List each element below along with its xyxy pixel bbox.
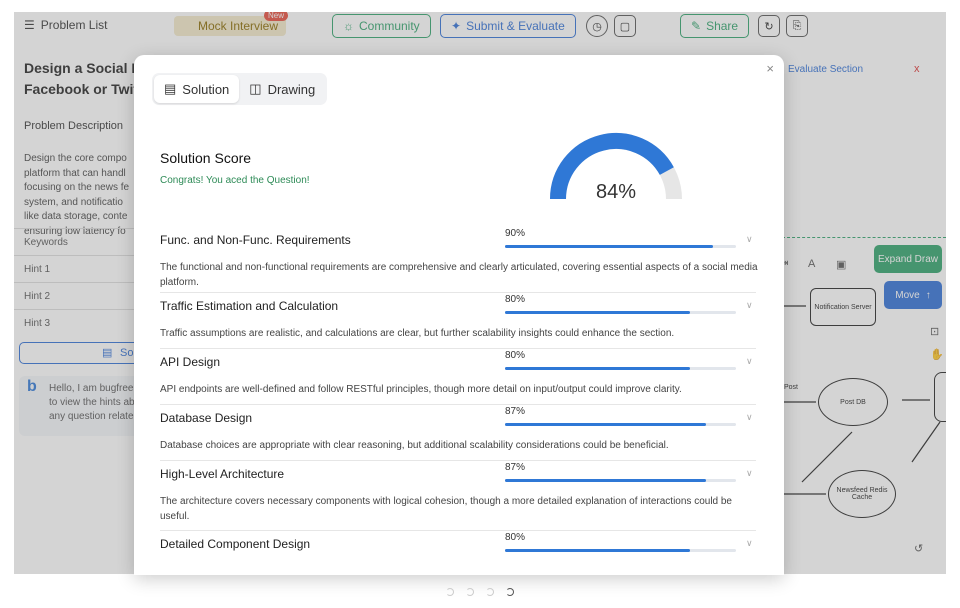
criterion-name: API Design	[160, 355, 221, 369]
criterion-progress-bar	[505, 479, 736, 482]
criterion-description: Database choices are appropriate with cl…	[160, 440, 669, 451]
criterion-name: High-Level Architecture	[160, 467, 285, 481]
criterion-progress-fill	[505, 549, 690, 552]
score-title: Solution Score	[160, 150, 252, 166]
score-value: 84%	[596, 181, 636, 203]
criterion-progress-fill	[505, 367, 690, 370]
criterion-percent: 87%	[505, 462, 526, 473]
criterion-percent: 80%	[505, 532, 526, 543]
modal-tabs: ▤ Solution ◫ Drawing	[152, 73, 328, 105]
tab-solution-label: Solution	[182, 81, 230, 97]
criterion-item[interactable]: Func. and Non-Func. Requirements 90% ∨ The …	[160, 227, 758, 293]
criterion-progress-bar	[505, 423, 736, 426]
page-dot[interactable]	[466, 588, 474, 596]
evaluation-modal: × ▤ Solution ◫ Drawing Solution Score Co…	[134, 55, 784, 575]
tab-drawing-label: Drawing	[267, 81, 316, 97]
criterion-percent: 87%	[505, 406, 526, 417]
criterion-progress-fill	[505, 479, 706, 482]
chevron-down-icon[interactable]: ∨	[746, 412, 753, 423]
chevron-down-icon[interactable]: ∨	[746, 234, 753, 245]
page-dot[interactable]	[506, 588, 514, 596]
criterion-progress-fill	[505, 311, 690, 314]
pagination-dots	[446, 588, 514, 596]
criterion-name: Traffic Estimation and Calculation	[160, 299, 339, 313]
criterion-item[interactable]: API Design 80% ∨ API endpoints are well-def…	[160, 349, 756, 405]
criterion-progress-bar	[505, 549, 736, 552]
map-icon: ◫	[249, 81, 262, 96]
chevron-down-icon[interactable]: ∨	[746, 538, 753, 549]
criterion-name: Database Design	[160, 411, 253, 425]
criterion-description: The architecture covers necessary compon…	[160, 496, 732, 522]
criterion-percent: 90%	[505, 228, 526, 239]
criterion-description: The functional and non-functional requir…	[160, 262, 758, 288]
criterion-description: Traffic assumptions are realistic, and c…	[160, 328, 675, 339]
tab-solution[interactable]: ▤ Solution	[154, 75, 240, 103]
criterion-name: Func. and Non-Func. Requirements	[160, 233, 351, 247]
criterion-percent: 80%	[505, 294, 526, 305]
criterion-progress-bar	[505, 245, 736, 248]
criterion-item[interactable]: High-Level Architecture 87% ∨ The architect…	[160, 461, 756, 531]
chevron-down-icon[interactable]: ∨	[746, 468, 753, 479]
page-dot[interactable]	[486, 588, 494, 596]
chevron-down-icon[interactable]: ∨	[746, 356, 753, 367]
criterion-item[interactable]: Traffic Estimation and Calculation 80% ∨ Tr…	[160, 293, 756, 349]
page-dot[interactable]	[446, 588, 454, 596]
criterion-percent: 80%	[505, 350, 526, 361]
criterion-progress-bar	[505, 311, 736, 314]
criterion-progress-fill	[505, 245, 713, 248]
chevron-down-icon[interactable]: ∨	[746, 300, 753, 311]
close-icon[interactable]: ×	[766, 61, 774, 76]
criterion-progress-bar	[505, 367, 736, 370]
tab-drawing[interactable]: ◫ Drawing	[239, 75, 325, 103]
criterion-progress-fill	[505, 423, 706, 426]
criterion-name: Detailed Component Design	[160, 537, 311, 551]
congrats-message: Congrats! You aced the Question!	[160, 175, 310, 186]
document-icon: ▤	[164, 81, 177, 96]
criterion-item[interactable]: Database Design 87% ∨ Database choices are …	[160, 405, 756, 461]
criterion-description: API endpoints are well-defined and follo…	[160, 384, 682, 395]
score-gauge: 84%	[550, 133, 682, 203]
criterion-item[interactable]: Detailed Component Design 80% ∨	[160, 531, 756, 575]
